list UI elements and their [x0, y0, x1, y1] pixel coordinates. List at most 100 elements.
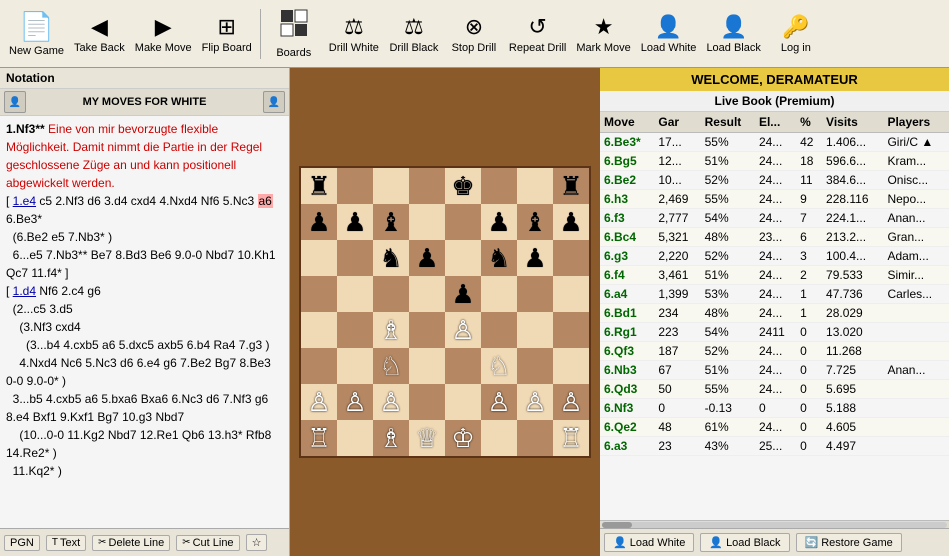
table-row[interactable]: 6.Bd1 234 48% 24... 1 28.029 [600, 304, 949, 323]
square-f5[interactable] [481, 276, 517, 312]
square-d3[interactable] [409, 348, 445, 384]
square-d5[interactable] [409, 276, 445, 312]
square-c4[interactable]: ♗ [373, 312, 409, 348]
drill-black-button[interactable]: ⚖ Drill Black [384, 11, 444, 57]
piece-k-e8[interactable]: ♚ [451, 173, 474, 199]
piece-P-g2[interactable]: ♙ [523, 389, 546, 415]
notation-content[interactable]: 1.Nf3** Eine von mir bevorzugte flexible… [0, 116, 289, 528]
table-row[interactable]: 6.Bc4 5,321 48% 23... 6 213.2... Gran... [600, 228, 949, 247]
square-g5[interactable] [517, 276, 553, 312]
table-row[interactable]: 6.g3 2,220 52% 24... 3 100.4... Adam... [600, 247, 949, 266]
square-h7[interactable]: ♟ [553, 204, 589, 240]
square-g6[interactable]: ♟ [517, 240, 553, 276]
drill-white-button[interactable]: ⚖ Drill White [324, 11, 384, 57]
piece-P-e4[interactable]: ♙ [451, 317, 474, 343]
square-a4[interactable] [301, 312, 337, 348]
square-f7[interactable]: ♟ [481, 204, 517, 240]
square-e8[interactable]: ♚ [445, 168, 481, 204]
square-g3[interactable] [517, 348, 553, 384]
square-c5[interactable] [373, 276, 409, 312]
piece-b-c7[interactable]: ♝ [379, 209, 402, 235]
square-f2[interactable]: ♙ [481, 384, 517, 420]
table-row[interactable]: 6.a4 1,399 53% 24... 1 47.736 Carles... [600, 285, 949, 304]
square-c8[interactable] [373, 168, 409, 204]
square-b3[interactable] [337, 348, 373, 384]
square-d8[interactable] [409, 168, 445, 204]
square-c1[interactable]: ♗ [373, 420, 409, 456]
square-c7[interactable]: ♝ [373, 204, 409, 240]
piece-p-a7[interactable]: ♟ [307, 209, 330, 235]
hscroll-track[interactable] [602, 522, 947, 528]
square-f3[interactable]: ♘ [481, 348, 517, 384]
piece-b-g7[interactable]: ♝ [523, 209, 546, 235]
table-row[interactable]: 6.f3 2,777 54% 24... 7 224.1... Anan... [600, 209, 949, 228]
piece-n-c6[interactable]: ♞ [379, 245, 402, 271]
piece-p-e5[interactable]: ♟ [451, 281, 474, 307]
hscroll-thumb[interactable] [602, 522, 632, 528]
text-button[interactable]: T Text [46, 535, 86, 551]
square-b8[interactable] [337, 168, 373, 204]
square-b6[interactable] [337, 240, 373, 276]
table-row[interactable]: 6.Nb3 67 51% 24... 0 7.725 Anan... [600, 361, 949, 380]
square-a7[interactable]: ♟ [301, 204, 337, 240]
square-b7[interactable]: ♟ [337, 204, 373, 240]
square-h3[interactable] [553, 348, 589, 384]
make-move-button[interactable]: ▶ Make Move [130, 11, 197, 57]
table-row[interactable]: 6.Bg5 12... 51% 24... 18 596.6... Kram..… [600, 152, 949, 171]
square-e6[interactable] [445, 240, 481, 276]
square-g7[interactable]: ♝ [517, 204, 553, 240]
piece-R-a1[interactable]: ♖ [307, 425, 330, 451]
table-row[interactable]: 6.Be2 10... 52% 24... 11 384.6... Onisc.… [600, 171, 949, 190]
piece-n-f6[interactable]: ♞ [487, 245, 510, 271]
square-b4[interactable] [337, 312, 373, 348]
livebook-load-black-button[interactable]: 👤 Load Black [700, 533, 789, 552]
table-row[interactable]: 6.Nf3 0 -0.13 0 0 5.188 [600, 399, 949, 418]
square-b2[interactable]: ♙ [337, 384, 373, 420]
load-black-button[interactable]: 👤 Load Black [701, 11, 765, 57]
square-e2[interactable] [445, 384, 481, 420]
cut-line-button[interactable]: ✂ Cut Line [176, 535, 239, 551]
flip-board-button[interactable]: ⊞ Flip Board [197, 11, 257, 57]
piece-K-e1[interactable]: ♔ [451, 425, 474, 451]
piece-p-f7[interactable]: ♟ [487, 209, 510, 235]
piece-P-c2[interactable]: ♙ [379, 389, 402, 415]
table-row[interactable]: 6.a3 23 43% 25... 0 4.497 [600, 437, 949, 456]
take-back-button[interactable]: ◀ Take Back [69, 11, 130, 57]
delete-line-button[interactable]: ✂ Delete Line [92, 535, 170, 551]
table-row[interactable]: 6.Be3* 17... 55% 24... 42 1.406... Giri/… [600, 133, 949, 152]
piece-R-h1[interactable]: ♖ [559, 425, 582, 451]
log-in-button[interactable]: 🔑 Log in [766, 11, 826, 57]
new-game-button[interactable]: 📄 New Game [4, 7, 69, 60]
square-a3[interactable] [301, 348, 337, 384]
square-h2[interactable]: ♙ [553, 384, 589, 420]
square-h4[interactable] [553, 312, 589, 348]
piece-r-h8[interactable]: ♜ [559, 173, 582, 199]
piece-N-f3[interactable]: ♘ [487, 353, 510, 379]
piece-p-b7[interactable]: ♟ [343, 209, 366, 235]
piece-Q-d1[interactable]: ♕ [415, 425, 438, 451]
square-e7[interactable] [445, 204, 481, 240]
square-a6[interactable] [301, 240, 337, 276]
piece-p-g6[interactable]: ♟ [523, 245, 546, 271]
square-f8[interactable] [481, 168, 517, 204]
piece-p-d6[interactable]: ♟ [415, 245, 438, 271]
piece-B-c4[interactable]: ♗ [379, 317, 402, 343]
livebook-table[interactable]: Move Gar Result El... % Visits Players 6… [600, 112, 949, 520]
square-e5[interactable]: ♟ [445, 276, 481, 312]
table-row[interactable]: 6.Qd3 50 55% 24... 0 5.695 [600, 380, 949, 399]
piece-P-b2[interactable]: ♙ [343, 389, 366, 415]
square-b1[interactable] [337, 420, 373, 456]
restore-game-button[interactable]: 🔄 Restore Game [796, 533, 902, 552]
table-row[interactable]: 6.h3 2,469 55% 24... 9 228.116 Nepo... [600, 190, 949, 209]
chess-board[interactable]: ♜♚♜♟♟♝♟♝♟♞♟♞♟♟♗♙♘♘♙♙♙♙♙♙♖♗♕♔♖ [299, 166, 591, 458]
square-f6[interactable]: ♞ [481, 240, 517, 276]
square-a1[interactable]: ♖ [301, 420, 337, 456]
table-row[interactable]: 6.f4 3,461 51% 24... 2 79.533 Simir... [600, 266, 949, 285]
piece-P-f2[interactable]: ♙ [487, 389, 510, 415]
table-row[interactable]: 6.Qe2 48 61% 24... 0 4.605 [600, 418, 949, 437]
square-c3[interactable]: ♘ [373, 348, 409, 384]
square-d2[interactable] [409, 384, 445, 420]
square-c6[interactable]: ♞ [373, 240, 409, 276]
square-a8[interactable]: ♜ [301, 168, 337, 204]
square-b5[interactable] [337, 276, 373, 312]
